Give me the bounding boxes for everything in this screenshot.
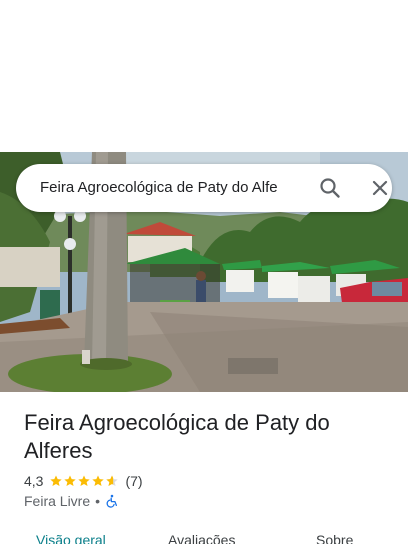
- category-label: Feira Livre: [24, 493, 91, 509]
- star-icon: [92, 475, 105, 487]
- search-bar[interactable]: Feira Agroecológica de Paty do Alfe: [16, 164, 392, 212]
- review-count[interactable]: (7): [125, 473, 142, 489]
- tab-overview[interactable]: Visão geral: [36, 532, 106, 544]
- close-icon[interactable]: [368, 176, 392, 200]
- star-icon: [78, 475, 91, 487]
- wheelchair-accessible-icon: [105, 494, 119, 508]
- rating-value: 4,3: [24, 473, 44, 489]
- rating-row[interactable]: 4,3 (7): [24, 472, 143, 490]
- star-rating: [49, 474, 119, 488]
- place-tabs: Visão geral Avaliações Sobre: [0, 528, 408, 544]
- separator: •: [95, 493, 101, 509]
- search-input[interactable]: Feira Agroecológica de Paty do Alfe: [40, 178, 304, 198]
- place-title: Feira Agroecológica de Paty do Alferes: [24, 410, 330, 463]
- tab-about[interactable]: Sobre: [316, 532, 353, 544]
- category-row: Feira Livre •: [24, 492, 119, 510]
- star-icon: [64, 475, 77, 487]
- blank-header-area: [0, 0, 408, 152]
- search-icon[interactable]: [318, 176, 342, 200]
- star-half-icon: [106, 475, 119, 487]
- tab-reviews[interactable]: Avaliações: [168, 532, 235, 544]
- star-icon: [50, 475, 63, 487]
